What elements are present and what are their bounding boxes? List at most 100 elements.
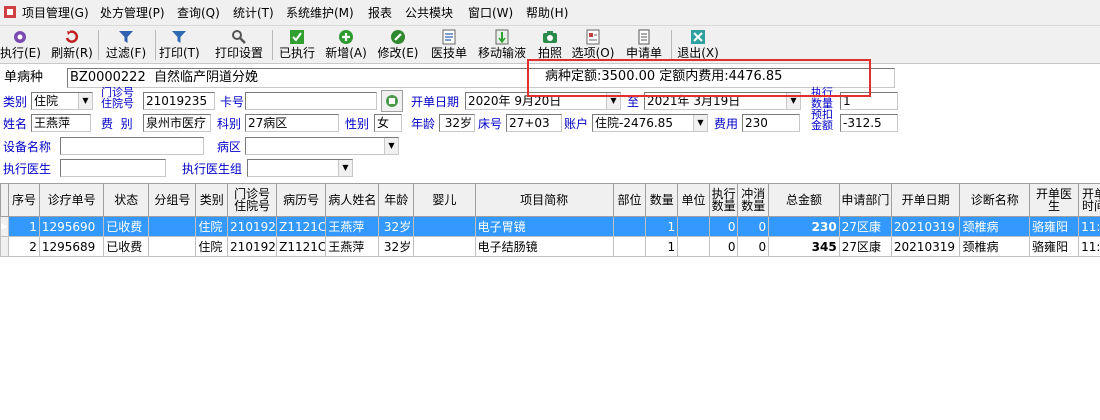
age-label: 年龄 (411, 117, 436, 131)
exec-group-label: 执行医生组 (182, 162, 243, 176)
bed-field[interactable]: 27+03 (506, 114, 562, 132)
add-button[interactable]: 新增(A) (322, 26, 370, 64)
gender-field[interactable]: 女 (374, 114, 402, 132)
toolbar-separator (98, 30, 99, 60)
cost-label: 费用 (714, 117, 739, 131)
menu-window[interactable]: 窗口(W) (468, 6, 513, 20)
executed-button[interactable]: 已执行 (276, 26, 318, 64)
row-indicator (0, 236, 10, 257)
exec-group-select[interactable]: ▼ (247, 159, 353, 177)
row-indicator-icon: ▶ (0, 216, 10, 237)
column-header[interactable]: 年龄 (378, 183, 415, 217)
menu-statistics[interactable]: 统计(T) (233, 6, 274, 20)
column-header[interactable]: 诊断名称 (959, 183, 1030, 217)
options-icon (585, 29, 601, 45)
column-header[interactable]: 开单时间 (1078, 183, 1100, 217)
column-header[interactable]: 项目简称 (474, 183, 614, 217)
column-header[interactable]: 开单医生 (1028, 183, 1080, 217)
device-label: 设备名称 (3, 140, 52, 154)
table-header: 序号 诊疗单号 状态 分组号 类别 门诊号住院号 病历号 病人姓名 年龄 婴儿 … (0, 183, 1100, 217)
column-header[interactable]: 病人姓名 (325, 183, 380, 217)
toolbar-separator (155, 30, 156, 60)
edit-icon (390, 29, 406, 45)
start-date-label: 开单日期 (411, 95, 460, 109)
column-header[interactable]: 数量 (645, 183, 679, 217)
to-label: 至 (627, 95, 640, 109)
order-grid: 序号 诊疗单号 状态 分组号 类别 门诊号住院号 病历号 病人姓名 年龄 婴儿 … (0, 183, 1100, 420)
menu-report[interactable]: 报表 (368, 6, 392, 20)
fee-type-field[interactable]: 泉州市医疗 (143, 114, 211, 132)
column-header[interactable]: 执行数量 (708, 183, 739, 217)
dept-label: 科别 (217, 117, 242, 131)
execute-icon (12, 29, 28, 45)
prepay-field[interactable]: -312.5 (840, 114, 898, 132)
filter-icon (118, 29, 134, 45)
type-select[interactable]: 住院 ▼ (31, 92, 93, 110)
chevron-down-icon[interactable]: ▼ (693, 115, 707, 131)
order-table: 序号 诊疗单号 状态 分组号 类别 门诊号住院号 病历号 病人姓名 年龄 婴儿 … (0, 183, 1100, 257)
cost-field[interactable]: 230 (742, 114, 800, 132)
fee-type-label: 费 别 (101, 117, 133, 131)
edit-button[interactable]: 修改(E) (374, 26, 422, 64)
patient-name-field[interactable]: 王燕萍 (31, 114, 91, 132)
print-settings-icon (231, 29, 247, 45)
column-header[interactable]: 病历号 (276, 183, 327, 217)
card-number-input[interactable] (245, 92, 377, 110)
menu-project[interactable]: 项目管理(G) (22, 6, 89, 20)
filter-button[interactable]: 过滤(F) (102, 26, 150, 64)
chevron-down-icon[interactable]: ▼ (384, 138, 398, 154)
id-label: 门诊号 住院号 (101, 86, 134, 110)
menu-prescription[interactable]: 处方管理(P) (100, 6, 165, 20)
chevron-down-icon[interactable]: ▼ (338, 160, 352, 176)
disease-code: BZ0000222 (70, 70, 146, 85)
camera-icon (542, 29, 558, 45)
device-name-input[interactable] (60, 137, 204, 155)
menu-public-module[interactable]: 公共模块 (405, 6, 453, 20)
column-header[interactable]: 开单日期 (890, 183, 961, 217)
admission-number-input[interactable]: 21019235 (143, 92, 215, 110)
menu-help[interactable]: 帮助(H) (526, 6, 568, 20)
executed-icon (289, 29, 305, 45)
disease-label: 单病种 (4, 70, 44, 85)
menu-query[interactable]: 查询(Q) (177, 6, 220, 20)
column-header[interactable]: 婴儿 (413, 183, 476, 217)
medtech-form-icon (441, 29, 457, 45)
print-settings-button[interactable]: 打印设置 (211, 26, 267, 64)
table-row[interactable]: ▶ 1 1295690 已收费 住院 210192 Z1121C 王燕萍 32岁… (0, 216, 1100, 237)
print-button[interactable]: 打印(T) (159, 26, 200, 64)
exec-doctor-input[interactable] (60, 159, 166, 177)
dept-field[interactable]: 27病区 (245, 114, 339, 132)
account-label: 账户 (564, 117, 589, 131)
highlight-annotation (527, 59, 871, 97)
column-header[interactable]: 单位 (677, 183, 710, 217)
ward-select[interactable]: ▼ (245, 137, 399, 155)
column-header[interactable]: 门诊号住院号 (227, 183, 278, 217)
mobile-infusion-button[interactable]: 移动输液 (474, 26, 530, 64)
column-header[interactable]: 总金额 (768, 183, 840, 217)
column-header[interactable]: 状态 (103, 183, 150, 217)
refresh-button[interactable]: 刷新(R) (48, 26, 96, 64)
refresh-icon (64, 29, 80, 45)
medtech-form-button[interactable]: 医技单 (428, 26, 470, 64)
column-header[interactable]: 部位 (612, 183, 647, 217)
column-header[interactable]: 冲消数量 (737, 183, 770, 217)
table-row[interactable]: 2 1295689 已收费 住院 210192 Z1121C 王燕萍 32岁 电… (0, 236, 1100, 257)
column-header[interactable]: 类别 (195, 183, 229, 217)
chevron-down-icon[interactable]: ▼ (78, 93, 92, 109)
menu-system-maintenance[interactable]: 系统维护(M) (286, 6, 354, 20)
menu-bar: 项目管理(G) 处方管理(P) 查询(Q) 统计(T) 系统维护(M) 报表 公… (0, 0, 1100, 26)
bed-label: 床号 (478, 117, 503, 131)
column-header[interactable]: 分组号 (148, 183, 197, 217)
column-header[interactable]: 序号 (8, 183, 40, 217)
execute-button[interactable]: 执行(E) (0, 26, 41, 64)
column-header[interactable]: 申请部门 (838, 183, 892, 217)
exec-doctor-label: 执行医生 (3, 162, 52, 176)
row-indicator-header (0, 183, 10, 217)
gender-label: 性别 (345, 117, 370, 131)
type-label: 类别 (3, 95, 28, 109)
account-select[interactable]: 住院-2476.85 ▼ (592, 114, 708, 132)
card-reader-button[interactable] (381, 90, 403, 112)
column-header[interactable]: 诊疗单号 (38, 183, 105, 217)
age-field[interactable]: 32岁 (439, 114, 475, 132)
request-form-icon (636, 29, 652, 45)
